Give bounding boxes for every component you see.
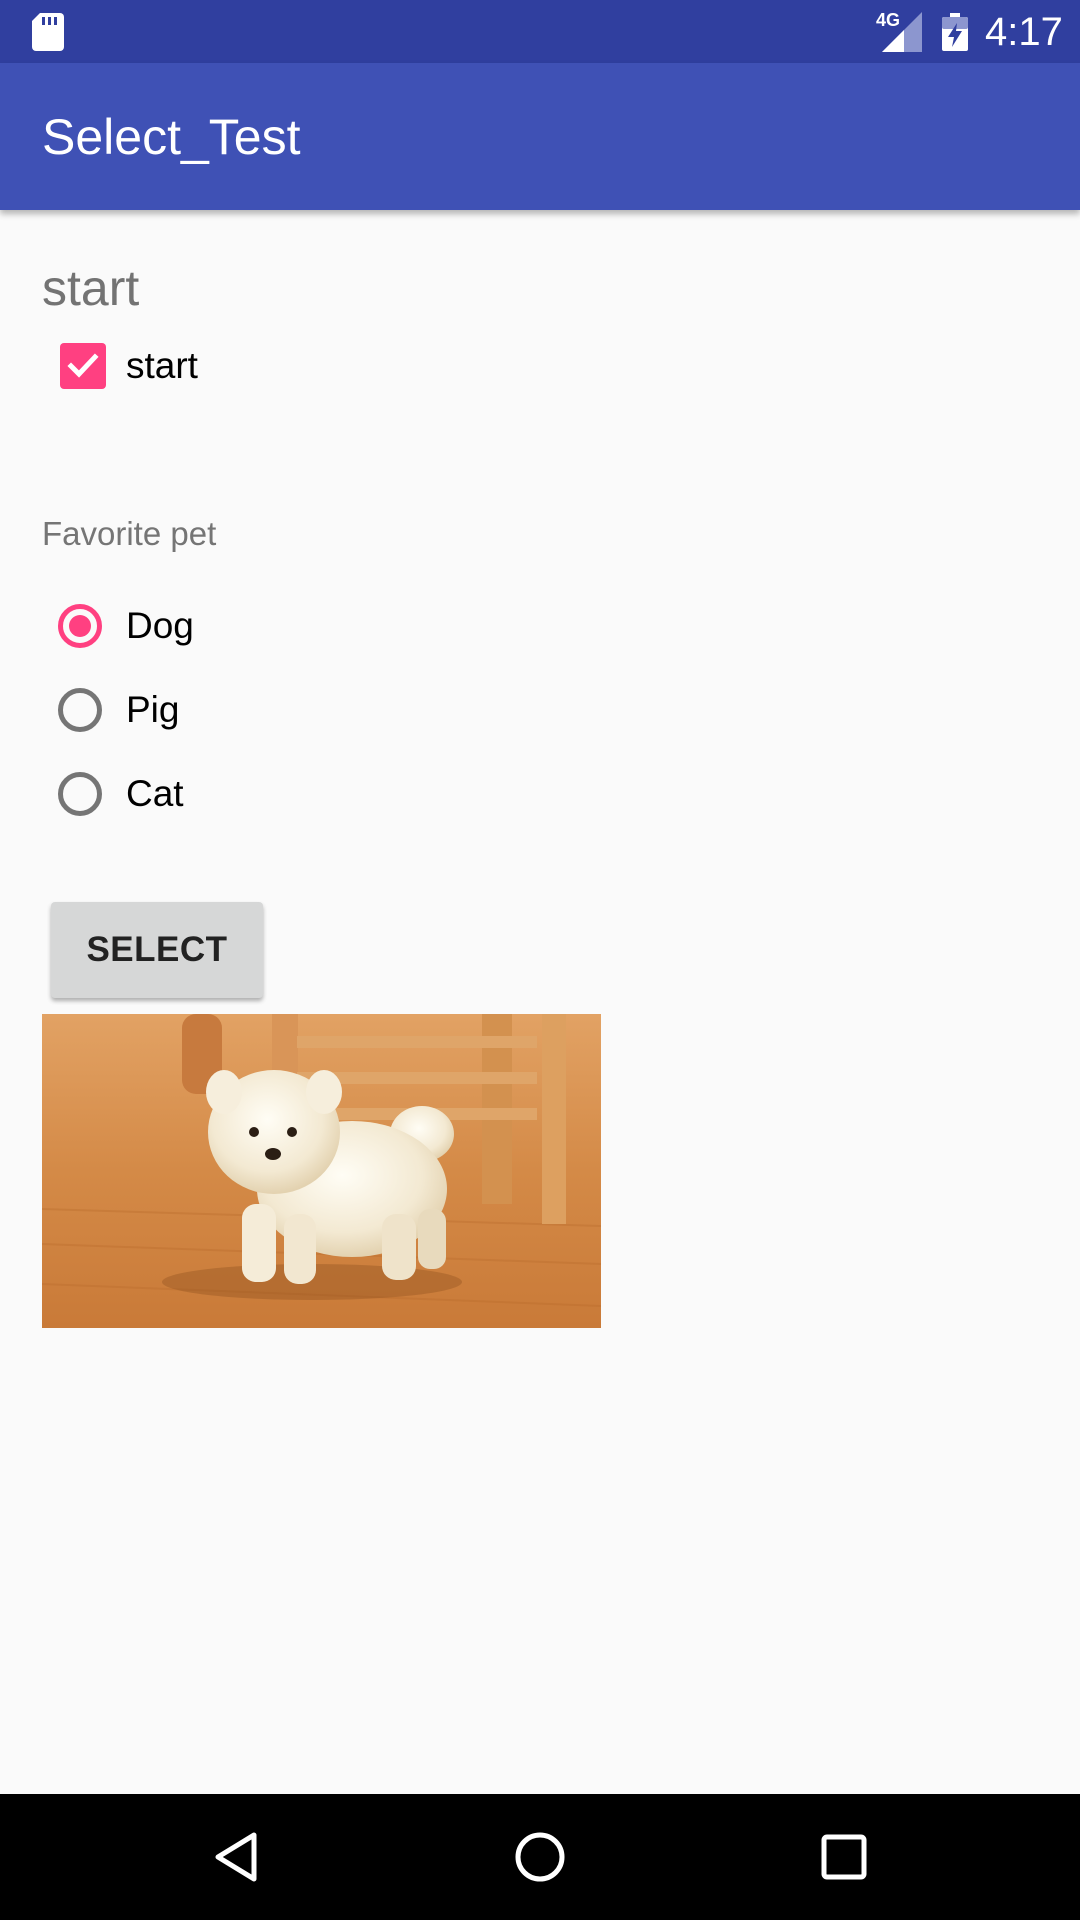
section-title: start [42,260,140,316]
recents-button[interactable] [784,1794,904,1920]
radio-unchecked-icon[interactable] [58,688,102,732]
pet-image [42,1014,601,1328]
status-clock: 4:17 [985,10,1063,54]
radio-label: Dog [126,605,194,646]
checkbox-checked-icon[interactable] [60,343,106,389]
checkbox-label: start [126,345,198,386]
radio-option-dog[interactable]: Dog [42,586,194,666]
radio-option-pig[interactable]: Pig [42,670,179,750]
back-icon [215,1832,257,1882]
radio-unchecked-icon[interactable] [58,772,102,816]
navigation-bar [0,1794,1080,1920]
puppy-photo [42,1014,601,1328]
cell-signal-icon [882,12,922,52]
radio-option-cat[interactable]: Cat [42,754,184,834]
battery-charging-icon [942,13,968,51]
radio-dot [69,615,91,637]
back-button[interactable] [176,1794,296,1920]
radio-label: Pig [126,689,180,730]
select-button[interactable]: SELECT [51,902,263,998]
radio-checked-icon[interactable] [58,604,102,648]
app-bar: Select_Test [0,63,1080,210]
start-checkbox[interactable]: start [42,326,198,406]
home-button[interactable] [480,1794,600,1920]
recents-icon [821,1834,867,1880]
radio-group-label: Favorite pet [42,515,217,552]
status-bar: 4G 4:17 [0,0,1080,63]
sd-card-icon [32,13,64,51]
radio-label: Cat [126,773,184,814]
screen: 4G 4:17 Select_Test start start Favorite… [0,0,1080,1920]
check-mark-icon [67,353,99,378]
app-title: Select_Test [42,109,301,165]
home-icon [515,1832,565,1882]
